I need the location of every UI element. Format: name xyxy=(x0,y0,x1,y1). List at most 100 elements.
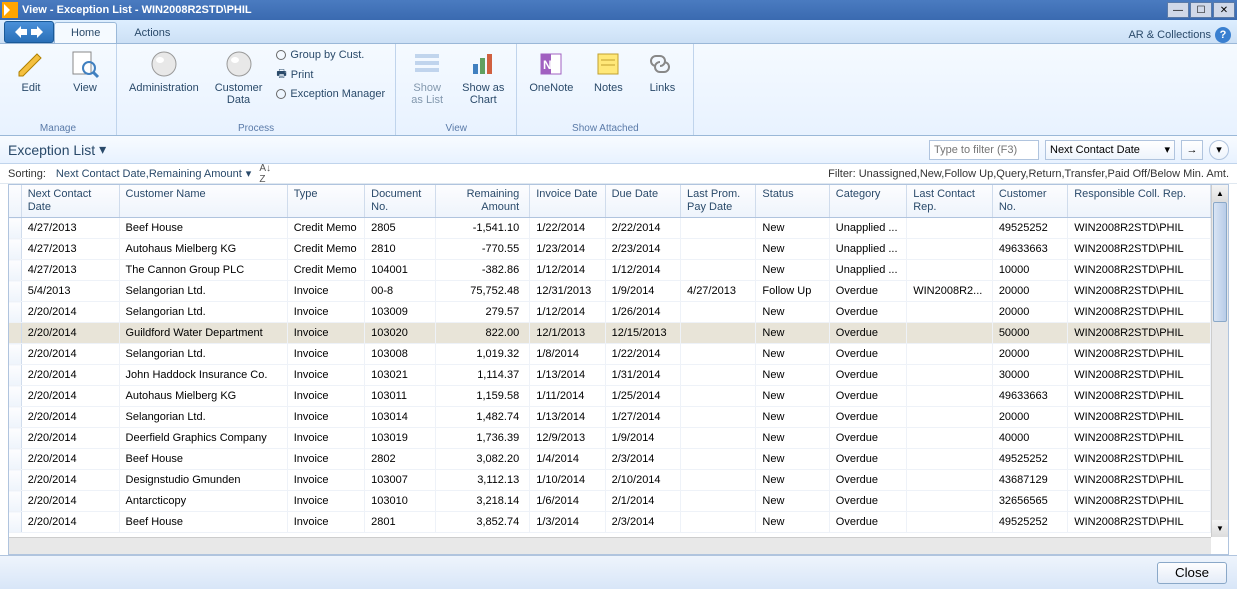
sorting-value-dropdown[interactable]: Next Contact Date,Remaining Amount ▾ xyxy=(56,167,251,180)
table-row[interactable]: 2/20/2014Guildford Water DepartmentInvoi… xyxy=(9,323,1211,344)
expand-button[interactable]: ▾ xyxy=(1209,140,1229,160)
row-selector[interactable] xyxy=(9,365,21,386)
customer-data-button[interactable]: Customer Data xyxy=(209,46,269,108)
col-due-date[interactable]: Due Date xyxy=(605,185,680,218)
col-last-prom-pay-date[interactable]: Last Prom. Pay Date xyxy=(681,185,756,218)
minimize-button[interactable]: — xyxy=(1167,2,1189,18)
onenote-button[interactable]: N OneNote xyxy=(523,46,579,96)
row-selector[interactable] xyxy=(9,512,21,533)
col-type[interactable]: Type xyxy=(287,185,364,218)
row-selector[interactable] xyxy=(9,470,21,491)
row-selector-header[interactable] xyxy=(9,185,21,218)
cell-lpp xyxy=(681,302,756,323)
table-row[interactable]: 2/20/2014AntarcticopyInvoice1030103,218.… xyxy=(9,491,1211,512)
sort-asc-icon[interactable]: A↓Z xyxy=(259,163,271,185)
row-selector[interactable] xyxy=(9,323,21,344)
horizontal-scrollbar[interactable] xyxy=(9,537,1211,554)
col-invoice-date[interactable]: Invoice Date xyxy=(530,185,605,218)
exception-manager-option[interactable]: Exception Manager xyxy=(272,87,389,101)
col-document-no[interactable]: Document No. xyxy=(365,185,436,218)
table-row[interactable]: 2/20/2014Selangorian Ltd.Invoice1030081,… xyxy=(9,344,1211,365)
cell-due: 12/15/2013 xyxy=(605,323,680,344)
tab-home[interactable]: Home xyxy=(54,22,117,43)
links-button[interactable]: Links xyxy=(637,46,687,96)
cell-rem: 3,082.20 xyxy=(436,449,530,470)
col-next-contact-date[interactable]: Next Contact Date xyxy=(21,185,119,218)
chevron-down-icon: ▾ xyxy=(1164,143,1170,156)
cell-doc: 2801 xyxy=(365,512,436,533)
note-icon xyxy=(592,48,624,80)
row-selector[interactable] xyxy=(9,407,21,428)
cell-ncd: 4/27/2013 xyxy=(21,260,119,281)
show-as-chart-button[interactable]: Show as Chart xyxy=(456,46,510,108)
row-selector[interactable] xyxy=(9,281,21,302)
cell-status: New xyxy=(756,491,829,512)
ribbon-tab-row: Home Actions AR & Collections ? xyxy=(0,20,1237,44)
cell-rcr: WIN2008R2STD\PHIL xyxy=(1068,512,1211,533)
show-as-list-button[interactable]: Show as List xyxy=(402,46,452,108)
row-selector[interactable] xyxy=(9,260,21,281)
row-selector[interactable] xyxy=(9,428,21,449)
table-row[interactable]: 2/20/2014Designstudio GmundenInvoice1030… xyxy=(9,470,1211,491)
cell-cust: Selangorian Ltd. xyxy=(119,302,287,323)
row-selector[interactable] xyxy=(9,449,21,470)
col-category[interactable]: Category xyxy=(829,185,906,218)
cell-doc: 103020 xyxy=(365,323,436,344)
table-row[interactable]: 4/27/2013The Cannon Group PLCCredit Memo… xyxy=(9,260,1211,281)
table-row[interactable]: 2/20/2014Selangorian Ltd.Invoice10300927… xyxy=(9,302,1211,323)
help-icon[interactable]: ? xyxy=(1215,27,1231,43)
cell-lpp xyxy=(681,470,756,491)
print-button[interactable]: 🖶Print xyxy=(272,64,389,85)
sort-field-dropdown[interactable]: Next Contact Date ▾ xyxy=(1045,140,1175,160)
table-row[interactable]: 2/20/2014Deerfield Graphics CompanyInvoi… xyxy=(9,428,1211,449)
cell-lcr xyxy=(907,260,993,281)
filter-input[interactable] xyxy=(929,140,1039,160)
scrollbar-thumb[interactable] xyxy=(1213,202,1227,322)
vertical-scrollbar[interactable]: ▲ ▼ xyxy=(1211,185,1228,537)
col-responsible-coll-rep[interactable]: Responsible Coll. Rep. xyxy=(1068,185,1211,218)
row-selector[interactable] xyxy=(9,491,21,512)
cell-status: New xyxy=(756,512,829,533)
cell-lpp xyxy=(681,407,756,428)
row-selector[interactable] xyxy=(9,239,21,260)
col-remaining-amount[interactable]: Remaining Amount xyxy=(436,185,530,218)
scroll-down-icon[interactable]: ▼ xyxy=(1212,520,1228,537)
cell-inv: 1/12/2014 xyxy=(530,260,605,281)
cell-cat: Overdue xyxy=(829,323,906,344)
col-status[interactable]: Status xyxy=(756,185,829,218)
notes-button[interactable]: Notes xyxy=(583,46,633,96)
close-window-button[interactable]: ✕ xyxy=(1213,2,1235,18)
maximize-button[interactable]: ☐ xyxy=(1190,2,1212,18)
group-by-cust-option[interactable]: Group by Cust. xyxy=(272,48,389,62)
col-customer-no[interactable]: Customer No. xyxy=(992,185,1067,218)
nav-app-button[interactable] xyxy=(4,21,54,43)
view-button[interactable]: View xyxy=(60,46,110,96)
col-last-contact-rep[interactable]: Last Contact Rep. xyxy=(907,185,993,218)
group-label-process: Process xyxy=(238,122,274,135)
cell-ncd: 2/20/2014 xyxy=(21,491,119,512)
breadcrumb-dropdown[interactable]: Exception List ▾ xyxy=(8,141,106,158)
tab-actions[interactable]: Actions xyxy=(117,22,187,43)
table-row[interactable]: 5/4/2013Selangorian Ltd.Invoice00-875,75… xyxy=(9,281,1211,302)
table-row[interactable]: 2/20/2014Beef HouseInvoice28023,082.201/… xyxy=(9,449,1211,470)
table-row[interactable]: 4/27/2013Beef HouseCredit Memo2805-1,541… xyxy=(9,218,1211,239)
cell-due: 1/9/2014 xyxy=(605,428,680,449)
row-selector[interactable] xyxy=(9,302,21,323)
edit-button[interactable]: Edit xyxy=(6,46,56,96)
close-button[interactable]: Close xyxy=(1157,562,1227,584)
ribbon-group-manage: Edit View Manage xyxy=(0,44,117,135)
table-row[interactable]: 2/20/2014Selangorian Ltd.Invoice1030141,… xyxy=(9,407,1211,428)
cell-status: New xyxy=(756,260,829,281)
ribbon-body: Edit View Manage Administration Customer… xyxy=(0,44,1237,136)
table-row[interactable]: 2/20/2014John Haddock Insurance Co.Invoi… xyxy=(9,365,1211,386)
go-button[interactable]: → xyxy=(1181,140,1203,160)
col-customer-name[interactable]: Customer Name xyxy=(119,185,287,218)
row-selector[interactable] xyxy=(9,344,21,365)
row-selector[interactable] xyxy=(9,218,21,239)
row-selector[interactable] xyxy=(9,386,21,407)
table-row[interactable]: 2/20/2014Autohaus Mielberg KGInvoice1030… xyxy=(9,386,1211,407)
administration-button[interactable]: Administration xyxy=(123,46,205,96)
table-row[interactable]: 2/20/2014Beef HouseInvoice28013,852.741/… xyxy=(9,512,1211,533)
scroll-up-icon[interactable]: ▲ xyxy=(1212,185,1228,202)
table-row[interactable]: 4/27/2013Autohaus Mielberg KGCredit Memo… xyxy=(9,239,1211,260)
